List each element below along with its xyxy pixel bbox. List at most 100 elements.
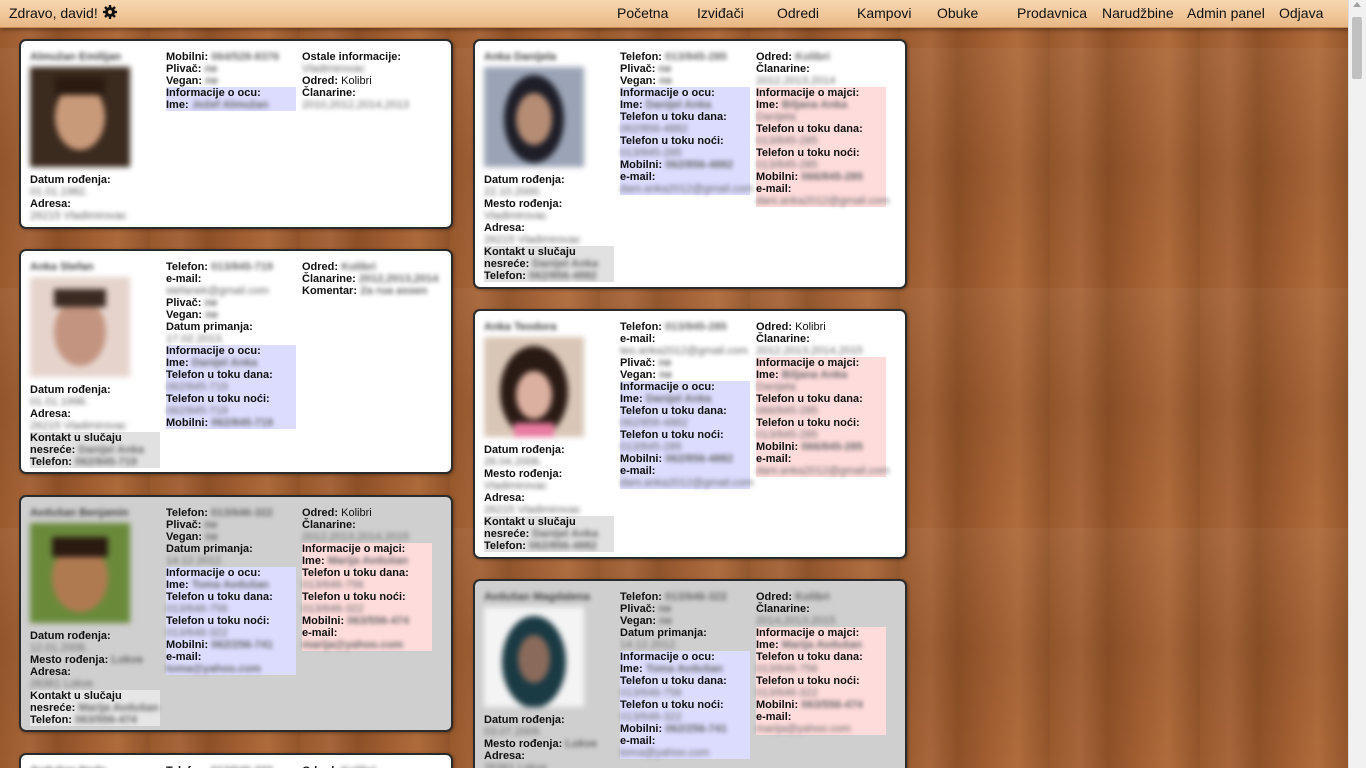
field-label: Komentar: xyxy=(302,285,358,297)
member-card[interactable]: Anka Stefan Datum rođenja: 01.01.1998. A… xyxy=(19,249,453,474)
field-label: Datum primanja: xyxy=(166,321,253,333)
field-label: Članarine: xyxy=(302,87,356,99)
field-label: Mesto rođenja: xyxy=(30,654,109,666)
nav-kampovi[interactable]: Kampovi xyxy=(857,5,911,21)
field-label: Telefon u toku dana: xyxy=(620,405,727,417)
field-label: Datum rođenja: xyxy=(484,714,565,726)
field-label: Telefon: 013/646-322 xyxy=(620,591,750,603)
field-label: Vegan: ne xyxy=(166,531,296,543)
redacted-value: 013/845-285 xyxy=(665,51,727,63)
field-label: Ime: Biljana Anka xyxy=(756,99,886,111)
scrollbar-thumb[interactable] xyxy=(1352,17,1362,79)
member-card[interactable]: Anka Teodora Datum rođenja: 26.04.2006. … xyxy=(473,309,907,559)
field-label: Vegan: xyxy=(620,615,657,627)
redacted-value: Toma Avdušan xyxy=(191,579,269,591)
nav-admin-panel[interactable]: Admin panel xyxy=(1187,5,1265,21)
redacted-value: 2012,2013,2014,2015 xyxy=(302,531,410,543)
gear-icon[interactable] xyxy=(102,4,118,20)
field-label: Plivač: ne xyxy=(166,519,296,531)
redacted-value: 14.12.2012. xyxy=(166,555,225,567)
redacted-value: 26215 Vladimirovac xyxy=(484,234,581,246)
member-photo xyxy=(484,607,584,708)
redacted-value: 013/646-322 xyxy=(302,603,364,615)
father-info: Informacije o ocu: Ime: Toma Avdušan Tel… xyxy=(620,651,750,759)
scroll-up-arrow-icon[interactable] xyxy=(1353,2,1361,7)
nav-pocetna[interactable]: Početna xyxy=(617,5,668,21)
field-label: Ime: Toma Avdušan xyxy=(166,579,296,591)
field-label: Ime: Danijel Anka xyxy=(620,393,750,405)
redacted-value: 26215 Vladimirovac xyxy=(30,420,127,432)
field-label: Kontakt u slučaju xyxy=(30,432,122,444)
redacted-value: 062/845-719 xyxy=(211,417,273,429)
redacted-value: 01.01.1982. xyxy=(30,186,89,198)
redacted-value: ne xyxy=(204,297,218,309)
field-label: Plivač: ne xyxy=(166,297,296,309)
nav-narudzbine[interactable]: Narudžbine xyxy=(1102,5,1174,21)
member-card[interactable]: Avdušan Magdalena Datum rođenja: 03.07.2… xyxy=(473,579,907,768)
field-label: Telefon u toku dana: xyxy=(756,123,863,135)
emergency-contact: Kontakt u slučaju nesreće: Marija Avduša… xyxy=(30,690,160,726)
redacted-value: 013/845-285 xyxy=(756,159,818,171)
redacted-value: 013/646-756 xyxy=(620,687,682,699)
redacted-value: 066/845-285 xyxy=(801,441,863,453)
redacted-value: teo.anka2012@gmail.com xyxy=(620,345,748,357)
field-label: nesreće: Danijel Anka xyxy=(484,258,614,270)
mother-info: Informacije o majci: Ime: Marija Avdušan… xyxy=(302,543,432,651)
nav-odjava[interactable]: Odjava xyxy=(1279,5,1323,21)
field-label: Mobilni: 062/856-4882 xyxy=(620,159,750,171)
field-label: Članarine: xyxy=(302,273,356,285)
field-label: Mobilni: xyxy=(166,51,209,63)
redacted-value: 2014,2013,2015 xyxy=(756,615,836,627)
field-label: nesreće: xyxy=(484,258,530,270)
field-label: Adresa: xyxy=(30,408,71,420)
nav-obuke[interactable]: Obuke xyxy=(937,5,978,21)
member-card[interactable]: Avdušan Nada Telefon: 013/646-322 Odred:… xyxy=(19,753,453,768)
field-label: Mobilni: xyxy=(166,639,209,651)
field-label: Informacije o majci: xyxy=(302,543,406,555)
redacted-value: 013/646-322 xyxy=(665,591,727,603)
field-label: Odred: Kolibri xyxy=(302,507,432,519)
redacted-value: 17.02.2013. xyxy=(166,333,225,345)
page-scrollbar[interactable] xyxy=(1348,0,1366,768)
member-card[interactable]: Avdušan Benjamin Datum rođenja: 12.01.20… xyxy=(19,495,453,732)
redacted-value: 013/646-756 xyxy=(166,603,228,615)
member-photo xyxy=(484,67,584,167)
field-label: nesreće: xyxy=(484,528,530,540)
redacted-value: dani.anka2012@gmail.com xyxy=(756,465,890,477)
field-label: Telefon u toku noći: xyxy=(620,135,724,147)
redacted-value: 14.12.2012. xyxy=(620,639,679,651)
redacted-value: 062/856-4882 xyxy=(529,270,597,282)
redacted-value: toma@yahoo.com xyxy=(166,663,262,675)
redacted-value: 22.10.2000. xyxy=(484,186,543,198)
field-label: Mobilni: xyxy=(620,159,663,171)
nav-prodavnica[interactable]: Prodavnica xyxy=(1017,5,1087,21)
greeting-text: Zdravo, david! xyxy=(9,5,98,21)
redacted-value: 062/845-719 xyxy=(166,381,228,393)
nav-odredi[interactable]: Odredi xyxy=(777,5,819,21)
field-label: Informacije o ocu: xyxy=(620,87,715,99)
field-label: e-mail: xyxy=(302,627,338,639)
field-label: Telefon: xyxy=(166,507,208,519)
field-label: Informacije o majci: xyxy=(756,357,860,369)
redacted-value: 26215 Vladimirovac xyxy=(484,504,581,516)
redacted-value: dani.anka2012@gmail.com xyxy=(756,195,890,207)
emergency-contact: Kontakt u slučaju nesreće: Danijel Anka … xyxy=(484,246,614,282)
member-card[interactable]: Almužan Emilijan Datum rođenja: 01.01.19… xyxy=(19,39,453,229)
field-label: e-mail: marija@yahoo.com xyxy=(302,627,432,651)
redacted-value: 2010,2012,2014,2013 xyxy=(302,99,410,111)
member-card[interactable]: Anka Danijela Datum rođenja: 22.10.2000.… xyxy=(473,39,907,289)
field-label: Telefon: xyxy=(620,591,662,603)
field-label: e-mail: xyxy=(620,465,656,477)
field-label: Datum primanja: xyxy=(620,627,707,639)
redacted-value: ne xyxy=(659,75,672,87)
field-label: Vegan: xyxy=(166,75,203,87)
field-label: Adresa: xyxy=(30,198,71,210)
redacted-value: 2012,2013,2014 xyxy=(358,273,439,285)
redacted-value: ne xyxy=(205,309,218,321)
redacted-value: Danijel Anka xyxy=(191,357,258,369)
redacted-value: ne xyxy=(658,603,672,615)
nav-izvidjaci[interactable]: Izviđači xyxy=(697,5,744,21)
field-label: e-mail: xyxy=(756,711,792,723)
field-label: Plivač: ne xyxy=(166,63,296,75)
redacted-value: 013/845-285 xyxy=(756,135,818,147)
